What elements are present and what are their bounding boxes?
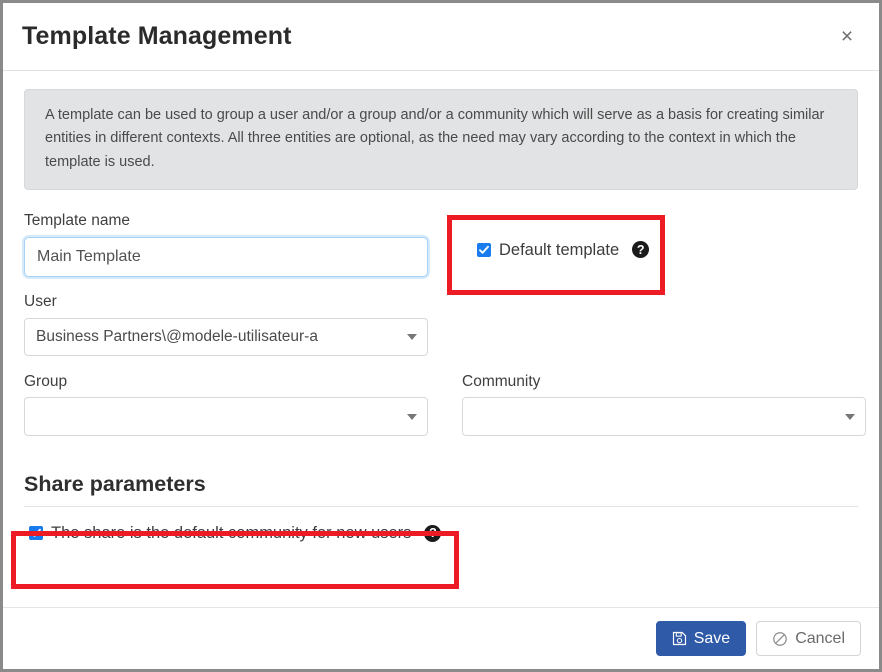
page-title: Template Management bbox=[22, 22, 292, 50]
row-group-community: Group Community bbox=[24, 373, 866, 437]
dialog-footer: Save Cancel bbox=[3, 607, 879, 669]
no-entry-icon bbox=[772, 631, 788, 647]
default-template-label: Default template bbox=[499, 240, 620, 259]
user-field-group: User Business Partners\@modele-utilisate… bbox=[24, 293, 428, 356]
chevron-down-icon bbox=[407, 333, 417, 340]
user-row-spacer bbox=[462, 293, 866, 356]
user-label: User bbox=[24, 293, 57, 311]
chevron-down-icon bbox=[845, 413, 855, 420]
template-name-input[interactable] bbox=[24, 237, 428, 278]
share-parameters-section: Share parameters The share is the defaul… bbox=[24, 473, 858, 542]
share-default-community-checkbox-row[interactable]: The share is the default community for n… bbox=[24, 524, 858, 543]
template-name-label: Template name bbox=[24, 212, 130, 230]
floppy-disk-icon bbox=[672, 631, 687, 646]
help-circle-icon[interactable]: ? bbox=[424, 524, 442, 542]
chevron-down-icon bbox=[407, 413, 417, 420]
share-default-community-label: The share is the default community for n… bbox=[51, 524, 412, 543]
row-template-name: Template name Default template ? bbox=[24, 212, 858, 278]
community-select[interactable] bbox=[462, 397, 866, 437]
save-button-label: Save bbox=[693, 629, 731, 647]
user-select[interactable]: Business Partners\@modele-utilisateur-a bbox=[24, 317, 428, 356]
user-select-value: Business Partners\@modele-utilisateur-a bbox=[36, 327, 318, 345]
template-name-field-group: Template name bbox=[24, 212, 428, 278]
info-banner: A template can be used to group a user a… bbox=[24, 89, 858, 191]
close-icon[interactable]: × bbox=[831, 21, 863, 53]
section-divider bbox=[24, 505, 858, 507]
help-circle-icon[interactable]: ? bbox=[632, 241, 650, 259]
cancel-button-label: Cancel bbox=[795, 629, 845, 647]
group-label: Group bbox=[24, 372, 68, 390]
group-field-group: Group bbox=[24, 373, 428, 437]
save-button[interactable]: Save bbox=[655, 621, 747, 656]
dialog-body: A template can be used to group a user a… bbox=[3, 71, 879, 607]
dialog-header: Template Management × bbox=[3, 3, 879, 71]
default-template-checkbox-row[interactable]: Default template ? bbox=[462, 240, 866, 259]
group-select[interactable] bbox=[24, 397, 428, 437]
community-field-group: Community bbox=[462, 373, 866, 437]
community-label: Community bbox=[462, 372, 541, 390]
default-template-checkbox[interactable] bbox=[477, 242, 491, 257]
default-template-field-group: Default template ? bbox=[462, 212, 866, 277]
template-management-dialog: Template Management × A template can be … bbox=[0, 0, 882, 672]
cancel-button[interactable]: Cancel bbox=[756, 621, 861, 656]
share-parameters-title: Share parameters bbox=[24, 472, 206, 497]
share-default-community-checkbox[interactable] bbox=[29, 526, 43, 541]
row-user: User Business Partners\@modele-utilisate… bbox=[24, 293, 858, 356]
